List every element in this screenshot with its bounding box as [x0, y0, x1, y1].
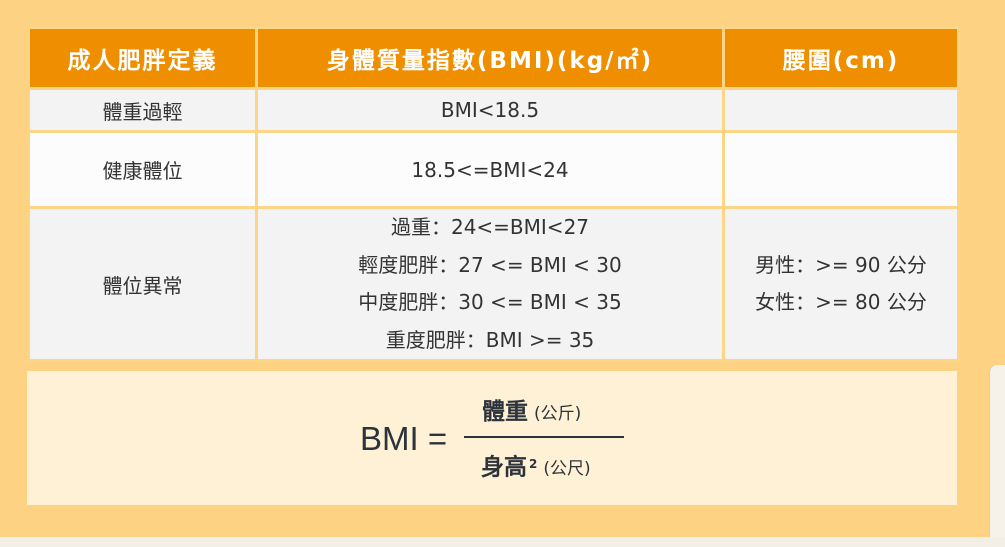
- bmi-definition-table: 成人肥胖定義 身體質量指數(BMI)(kg/㎡) 腰圍(cm) 體重過輕 BMI…: [27, 26, 960, 362]
- table-row-abnormal: 體位異常 過重：24<=BMI<27 輕度肥胖：27 <= BMI < 30 中…: [27, 206, 960, 362]
- waist-range: [722, 130, 960, 209]
- row-label: 健康體位: [27, 130, 258, 209]
- bmi-moderate-obesity: 中度肥胖：30 <= BMI < 35: [358, 290, 622, 314]
- denominator-unit: (公尺): [543, 459, 591, 480]
- bmi-range: 18.5<=BMI<24: [255, 130, 725, 209]
- numerator-unit: (公斤): [534, 404, 582, 424]
- page-bottom-strip: [0, 537, 1005, 547]
- bmi-overweight: 過重：24<=BMI<27: [390, 215, 590, 239]
- waist-female: 女性：>= 80 公分: [755, 290, 927, 314]
- header-bmi: 身體質量指數(BMI)(kg/㎡): [255, 26, 725, 90]
- header-adult-obesity-definition: 成人肥胖定義: [27, 26, 258, 90]
- denominator-exponent: 2: [529, 457, 538, 471]
- waist-male: 男性：>= 90 公分: [755, 252, 927, 277]
- table-header-row: 成人肥胖定義 身體質量指數(BMI)(kg/㎡) 腰圍(cm): [27, 26, 960, 90]
- formula-numerator: 體重 (公斤): [482, 395, 581, 431]
- floating-panel-edge: [989, 365, 1005, 537]
- denominator-text: 身高: [481, 454, 527, 481]
- numerator-text: 體重: [482, 399, 528, 425]
- formula-denominator: 身高 2 (公尺): [481, 447, 591, 486]
- bmi-mild-obesity: 輕度肥胖：27 <= BMI < 30: [358, 252, 622, 277]
- table-row-healthy: 健康體位 18.5<=BMI<24: [27, 130, 960, 209]
- formula-lhs: BMI =: [360, 420, 448, 457]
- header-waist: 腰圍(cm): [722, 26, 960, 90]
- waist-range: [722, 87, 960, 133]
- bmi-range-list: 過重：24<=BMI<27 輕度肥胖：27 <= BMI < 30 中度肥胖：3…: [255, 206, 725, 362]
- table-row-underweight: 體重過輕 BMI<18.5: [27, 87, 960, 133]
- row-label: 體重過輕: [27, 87, 258, 133]
- waist-range-list: 男性：>= 90 公分 女性：>= 80 公分: [722, 206, 960, 362]
- fraction-bar: [464, 436, 624, 438]
- bmi-severe-obesity: 重度肥胖：BMI >= 35: [385, 327, 595, 352]
- bmi-range: BMI<18.5: [255, 87, 725, 133]
- row-label: 體位異常: [27, 206, 258, 362]
